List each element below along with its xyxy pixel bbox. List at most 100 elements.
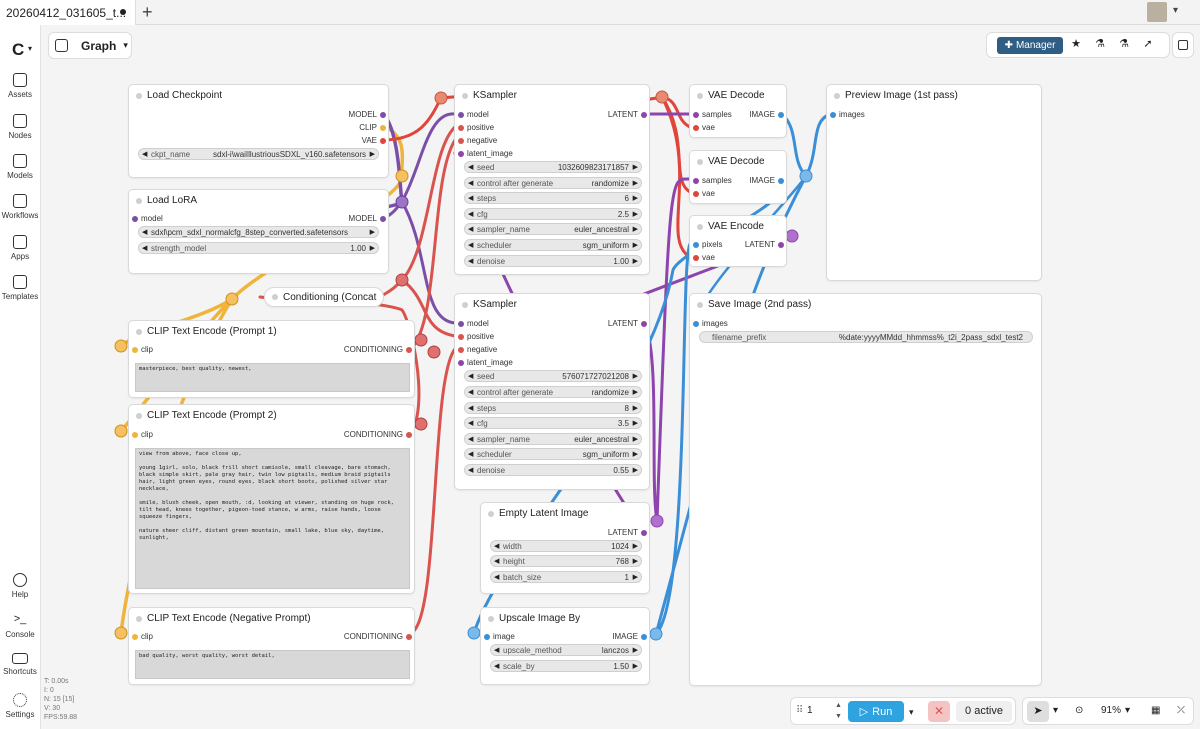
port-dot[interactable] [380, 125, 386, 131]
arrow-right-icon[interactable]: ▶ [633, 573, 638, 581]
port-dot[interactable] [458, 125, 464, 131]
arrow-right-icon[interactable]: ▶ [370, 150, 375, 158]
node-vae-encode[interactable]: VAE Encode pixels vae LATENT [689, 215, 787, 267]
port-dot[interactable] [778, 112, 784, 118]
arrow-right-icon[interactable]: ▶ [633, 662, 638, 670]
port-dot[interactable] [693, 255, 699, 261]
arrow-left-icon[interactable]: ◀ [494, 573, 499, 581]
node-collapse-dot[interactable] [136, 329, 142, 335]
port-dot[interactable] [641, 321, 647, 327]
node-collapse-dot[interactable] [488, 616, 494, 622]
height-widget[interactable]: ◀ height 768 ▶ [490, 555, 642, 567]
port-dot[interactable] [641, 634, 647, 640]
arrow-right-icon[interactable]: ▶ [633, 194, 638, 202]
fit-view-icon[interactable]: ⊙ [1075, 705, 1083, 716]
node-upscale-image-by[interactable]: Upscale Image By image IMAGE ◀ upscale_me… [480, 607, 650, 685]
output-image[interactable]: IMAGE [749, 176, 784, 185]
node-collapse-dot[interactable] [488, 511, 494, 517]
port-dot[interactable] [693, 178, 699, 184]
port-dot[interactable] [458, 151, 464, 157]
port-dot[interactable] [458, 321, 464, 327]
node-collapse-dot[interactable] [697, 93, 703, 99]
port-dot[interactable] [132, 347, 138, 353]
node-conditioning-concat[interactable]: Conditioning (Concat [264, 287, 384, 307]
filename-prefix-widget[interactable]: filename_prefix %date:yyyyMMdd_hhmmss%_t… [699, 331, 1033, 343]
batch-size-widget[interactable]: ◀ batch_size 1 ▶ [490, 571, 642, 583]
input-image[interactable]: image [484, 632, 515, 641]
arrow-left-icon[interactable]: ◀ [468, 435, 473, 443]
node-collapse-dot[interactable] [136, 198, 142, 204]
port-dot[interactable] [458, 138, 464, 144]
arrow-left-icon[interactable]: ◀ [142, 150, 147, 158]
input-vae[interactable]: vae [693, 253, 715, 262]
node-vae-decode-1[interactable]: VAE Decode samples vae IMAGE [689, 84, 787, 138]
input-negative[interactable]: negative [458, 136, 497, 145]
zoom-level[interactable]: 91% [1101, 705, 1121, 716]
input-pixels[interactable]: pixels [693, 240, 722, 249]
node-ksampler-1[interactable]: KSampler model positive negative latent_… [454, 84, 650, 275]
node-collapse-dot[interactable] [834, 93, 840, 99]
port-dot[interactable] [406, 634, 412, 640]
prompt-textarea[interactable]: masterpiece, best quality, newest, [135, 363, 410, 392]
arrow-left-icon[interactable]: ◀ [142, 244, 147, 252]
port-dot[interactable] [406, 347, 412, 353]
arrow-right-icon[interactable]: ▶ [633, 557, 638, 565]
input-positive[interactable]: positive [458, 123, 494, 132]
arrow-right-icon[interactable]: ▶ [633, 542, 638, 550]
input-negative[interactable]: negative [458, 345, 497, 354]
cancel-button[interactable]: ✕ [928, 701, 950, 722]
input-samples[interactable]: samples [693, 176, 732, 185]
cfg-widget[interactable]: ◀ cfg 2.5 ▶ [464, 208, 642, 220]
node-clip-text-encode-negative[interactable]: CLIP Text Encode (Negative Prompt) clip … [128, 607, 415, 685]
output-conditioning[interactable]: CONDITIONING [344, 345, 412, 354]
port-dot[interactable] [132, 634, 138, 640]
chevron-down-icon[interactable]: ▾ [1053, 705, 1058, 716]
input-model[interactable]: model [458, 110, 489, 119]
arrow-left-icon[interactable]: ◀ [468, 179, 473, 187]
node-collapse-dot[interactable] [272, 294, 278, 300]
input-latent-image[interactable]: latent_image [458, 358, 513, 367]
input-vae[interactable]: vae [693, 123, 715, 132]
port-dot[interactable] [380, 112, 386, 118]
sampler-name-widget[interactable]: ◀ sampler_name euler_ancestral ▶ [464, 433, 642, 445]
arrow-right-icon[interactable]: ▶ [370, 244, 375, 252]
port-dot[interactable] [458, 347, 464, 353]
arrow-left-icon[interactable]: ◀ [468, 163, 473, 171]
run-button[interactable]: ▷ Run [848, 701, 904, 722]
arrow-right-icon[interactable]: ▶ [633, 257, 638, 265]
arrow-right-icon[interactable]: ▶ [633, 450, 638, 458]
arrow-left-icon[interactable]: ◀ [494, 662, 499, 670]
input-clip[interactable]: clip [132, 345, 153, 354]
arrow-left-icon[interactable]: ◀ [468, 404, 473, 412]
node-ksampler-2[interactable]: KSampler model positive negative latent_… [454, 293, 650, 490]
node-collapse-dot[interactable] [462, 302, 468, 308]
input-model[interactable]: model [458, 319, 489, 328]
arrow-left-icon[interactable]: ◀ [468, 372, 473, 380]
arrow-left-icon[interactable]: ◀ [494, 542, 499, 550]
node-vae-decode-2[interactable]: VAE Decode samples vae IMAGE [689, 150, 787, 204]
port-dot[interactable] [778, 242, 784, 248]
node-preview-image[interactable]: Preview Image (1st pass) images [826, 84, 1042, 281]
input-vae[interactable]: vae [693, 189, 715, 198]
node-load-checkpoint[interactable]: Load Checkpoint MODEL CLIP VAE ◀ ckpt_na… [128, 84, 389, 178]
node-collapse-dot[interactable] [136, 93, 142, 99]
scheduler-widget[interactable]: ◀ scheduler sgm_uniform ▶ [464, 448, 642, 460]
arrow-right-icon[interactable]: ▶ [633, 179, 638, 187]
output-latent[interactable]: LATENT [608, 110, 647, 119]
input-clip[interactable]: clip [132, 632, 153, 641]
input-samples[interactable]: samples [693, 110, 732, 119]
prompt-textarea[interactable]: bad quality, worst quality, worst detail… [135, 650, 410, 679]
control-after-generate-widget[interactable]: ◀ control after generate randomize ▶ [464, 386, 642, 398]
port-dot[interactable] [830, 112, 836, 118]
seed-widget[interactable]: ◀ seed 1032609823171857 ▶ [464, 161, 642, 173]
port-dot[interactable] [380, 216, 386, 222]
port-dot[interactable] [778, 178, 784, 184]
minimap-icon[interactable]: ▦ [1151, 705, 1160, 716]
output-latent[interactable]: LATENT [608, 528, 647, 537]
arrow-right-icon[interactable]: ▶ [633, 372, 638, 380]
scheduler-widget[interactable]: ◀ scheduler sgm_uniform ▶ [464, 239, 642, 251]
node-clip-text-encode-prompt-2[interactable]: CLIP Text Encode (Prompt 2) clip CONDITI… [128, 404, 415, 594]
output-conditioning[interactable]: CONDITIONING [344, 430, 412, 439]
arrow-right-icon[interactable]: ▶ [633, 241, 638, 249]
output-vae[interactable]: VAE [362, 136, 386, 145]
